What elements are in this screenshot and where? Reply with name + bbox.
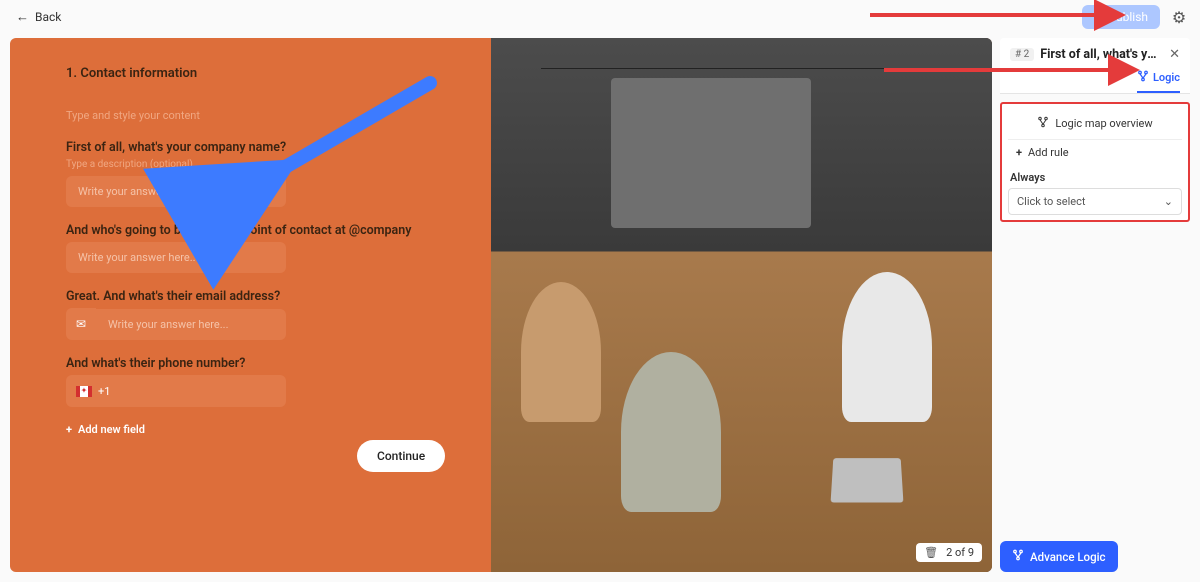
- sidebar-header: # 2 First of all, what's your c… ✕ Logic: [1000, 38, 1190, 94]
- settings-button[interactable]: ⚙: [1168, 6, 1190, 28]
- content-hint[interactable]: Type and style your content: [66, 109, 443, 122]
- add-rule-button[interactable]: + Add rule: [1008, 140, 1182, 165]
- back-button[interactable]: ← Back: [10, 5, 67, 29]
- back-label: Back: [35, 10, 61, 24]
- company-name-input[interactable]: [66, 176, 286, 207]
- plus-icon: +: [66, 423, 72, 436]
- publish-button[interactable]: ▷ Publish: [1082, 5, 1160, 29]
- right-sidebar: # 2 First of all, what's your c… ✕ Logic…: [1000, 38, 1190, 572]
- always-section-label: Always: [1008, 165, 1182, 188]
- advance-logic-button[interactable]: Advance Logic: [1000, 541, 1118, 572]
- plus-icon: +: [1016, 146, 1022, 159]
- select-placeholder: Click to select: [1017, 195, 1085, 208]
- arrow-left-icon: ←: [16, 9, 29, 25]
- add-field-label: Add new field: [78, 423, 145, 436]
- page-counter: 2 of 9: [946, 546, 974, 559]
- question-phone: And what's their phone number? +1: [66, 356, 443, 407]
- gear-icon: ⚙: [1172, 8, 1186, 27]
- tab-logic[interactable]: Logic: [1137, 70, 1180, 93]
- section-title[interactable]: 1. Contact information: [66, 66, 443, 81]
- question-label[interactable]: And what's their phone number?: [66, 356, 443, 371]
- question-number-chip: # 2: [1010, 48, 1034, 61]
- form-canvas: 1. Contact information Type and style yo…: [10, 38, 992, 572]
- question-label[interactable]: Great. And what's their email address?: [66, 289, 443, 304]
- advance-logic-label: Advance Logic: [1030, 550, 1106, 564]
- continue-button[interactable]: Continue: [357, 440, 445, 472]
- page-indicator-badge: 🗑 2 of 9: [916, 543, 982, 562]
- flag-canada-icon: [76, 386, 92, 397]
- logic-tab-label: Logic: [1153, 71, 1180, 84]
- always-target-select[interactable]: Click to select ⌄: [1008, 188, 1182, 215]
- contact-person-input[interactable]: [66, 242, 286, 273]
- logic-map-overview-button[interactable]: Logic map overview: [1008, 110, 1182, 140]
- logic-branch-icon: [1037, 116, 1049, 131]
- logic-map-label: Logic map overview: [1055, 117, 1152, 130]
- sidebar-question-title: First of all, what's your c…: [1040, 47, 1163, 62]
- question-contact-person: And who's going to be our main point of …: [66, 223, 443, 273]
- question-company-name: First of all, what's your company name? …: [66, 140, 443, 207]
- add-rule-label: Add rule: [1028, 146, 1069, 159]
- chevron-down-icon: ⌄: [1164, 195, 1173, 208]
- question-label[interactable]: First of all, what's your company name?: [66, 140, 443, 155]
- publish-label: Publish: [1108, 10, 1148, 24]
- logic-panel: Logic map overview + Add rule Always Cli…: [1000, 102, 1190, 222]
- question-email: Great. And what's their email address? ✉: [66, 289, 443, 340]
- cover-image: 🗑 2 of 9: [491, 38, 992, 572]
- logic-branch-icon: [1137, 70, 1149, 85]
- delete-page-button[interactable]: 🗑: [924, 546, 938, 559]
- add-new-field-button[interactable]: + Add new field: [66, 423, 443, 436]
- email-input[interactable]: [96, 309, 286, 340]
- play-icon: ▷: [1094, 10, 1103, 24]
- question-description-hint[interactable]: Type a description (optional): [66, 159, 443, 170]
- form-pane: 1. Contact information Type and style yo…: [10, 38, 491, 572]
- phone-country-code: +1: [98, 385, 110, 398]
- logic-branch-icon: [1012, 549, 1024, 564]
- close-sidebar-button[interactable]: ✕: [1169, 47, 1180, 62]
- question-label[interactable]: And who's going to be our main point of …: [66, 223, 443, 238]
- email-icon: ✉: [66, 308, 96, 340]
- phone-input[interactable]: +1: [66, 375, 286, 407]
